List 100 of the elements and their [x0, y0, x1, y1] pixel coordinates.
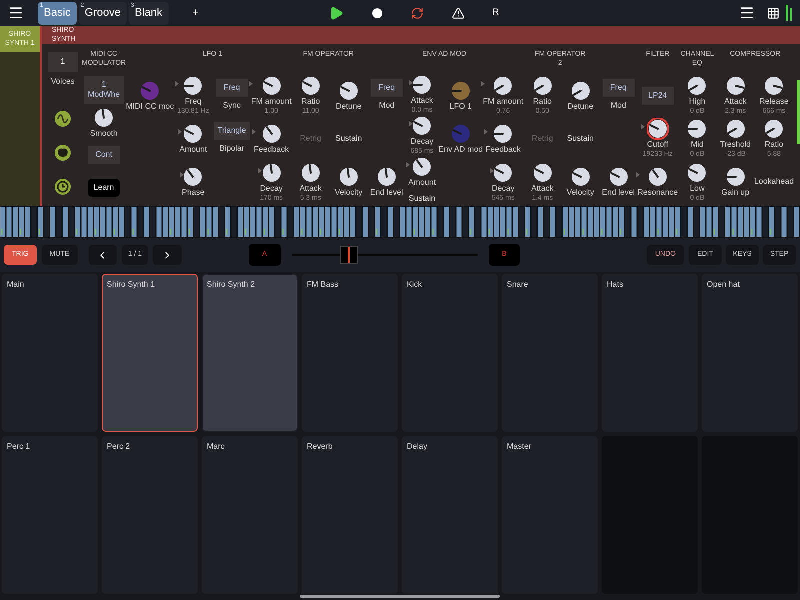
- knob[interactable]: [182, 166, 204, 188]
- mode-label: Sustain: [567, 132, 594, 145]
- knob[interactable]: [686, 118, 708, 140]
- record-mode-button[interactable]: R: [492, 6, 500, 20]
- mode-label: Lookahead: [754, 176, 794, 188]
- knob-label: Release: [760, 97, 789, 108]
- voices-field[interactable]: 1: [48, 52, 78, 72]
- knob-label: Low: [690, 184, 705, 194]
- track-pad[interactable]: Perc 2: [102, 436, 198, 594]
- knob-label: Decay: [260, 184, 283, 194]
- knob-label: Velocity: [566, 188, 594, 198]
- track-pad[interactable]: Snare: [502, 274, 598, 432]
- knob-label: End level: [602, 188, 636, 198]
- selector-button[interactable]: Cont: [88, 146, 120, 164]
- mode-label: Retrig: [300, 132, 322, 145]
- knob[interactable]: [724, 166, 747, 188]
- knob[interactable]: [260, 162, 283, 184]
- menu-icon[interactable]: [8, 5, 24, 21]
- knob[interactable]: [608, 166, 630, 188]
- knob-label: Attack: [531, 184, 554, 194]
- wave-icon[interactable]: [55, 111, 71, 127]
- knob[interactable]: [570, 166, 592, 188]
- knob-label: Feedback: [254, 144, 290, 155]
- mode-label: Retrig: [532, 132, 554, 145]
- knob[interactable]: [182, 122, 204, 145]
- track-pad[interactable]: Kick: [402, 274, 498, 432]
- knob[interactable]: [93, 106, 116, 129]
- knob[interactable]: [492, 162, 514, 184]
- knob[interactable]: [724, 75, 747, 98]
- knob-label: Smooth: [90, 128, 118, 139]
- knob-label: Detune: [336, 102, 362, 112]
- knob[interactable]: [646, 166, 669, 188]
- crossfader-thumb[interactable]: [340, 246, 358, 264]
- clock-icon[interactable]: [55, 179, 71, 195]
- selector-caption: Mod: [610, 100, 626, 112]
- grid-icon[interactable]: [767, 6, 780, 20]
- learn-button[interactable]: Learn: [88, 178, 120, 197]
- voices-label: Voices: [51, 76, 75, 88]
- knob-label: FM amount: [251, 97, 292, 108]
- loop-icon[interactable]: [410, 6, 424, 20]
- knob[interactable]: [300, 162, 322, 184]
- track-pad[interactable]: Hats: [602, 274, 698, 432]
- knob[interactable]: [724, 118, 747, 140]
- list-icon[interactable]: [739, 5, 755, 21]
- knob-label: Ratio: [301, 97, 320, 108]
- knob-label: Attack: [300, 184, 322, 194]
- track-pad[interactable]: FM Bass: [302, 274, 398, 432]
- track-pad[interactable]: Perc 1: [2, 436, 98, 594]
- knob[interactable]: [338, 80, 360, 102]
- knob[interactable]: [492, 75, 514, 98]
- mode-label: Sustain: [335, 132, 362, 145]
- selector-button[interactable]: Freq: [370, 79, 403, 98]
- knob[interactable]: [686, 162, 708, 184]
- mode-label: Sustain: [408, 194, 436, 204]
- knob-label: Detune: [568, 102, 594, 112]
- knob-label: Env AD mod: [438, 144, 484, 155]
- selector-button[interactable]: Freq: [602, 79, 635, 98]
- knob[interactable]: [260, 122, 283, 145]
- knob[interactable]: [338, 166, 360, 188]
- knob[interactable]: [532, 162, 554, 184]
- knob[interactable]: [532, 75, 554, 98]
- knob[interactable]: [411, 74, 434, 96]
- knob[interactable]: [411, 156, 434, 178]
- track-pad[interactable]: Reverb: [302, 436, 398, 594]
- knob[interactable]: [686, 75, 708, 98]
- knob-label: Decay: [492, 184, 515, 194]
- track-pad[interactable]: Open hat: [702, 274, 798, 432]
- add-tab-button[interactable]: +: [192, 4, 199, 22]
- knob[interactable]: [492, 122, 514, 145]
- track-pad[interactable]: Shiro Synth 1: [102, 274, 198, 432]
- knob[interactable]: [376, 166, 398, 188]
- track-pad[interactable]: Master: [502, 436, 598, 594]
- track-pad[interactable]: Delay: [402, 436, 498, 594]
- knob-label: End level: [370, 188, 404, 198]
- knob[interactable]: [260, 75, 283, 98]
- selector-button[interactable]: Triangle: [214, 122, 250, 140]
- knob[interactable]: [411, 115, 434, 137]
- selector-button[interactable]: 1 ModWhe: [84, 76, 124, 104]
- track-pad[interactable]: Main: [2, 274, 98, 432]
- knob[interactable]: [763, 118, 786, 140]
- selector-button[interactable]: Freq: [216, 79, 248, 98]
- selector-caption: Mod: [379, 100, 395, 112]
- knob[interactable]: [646, 118, 669, 140]
- knob-label: Freq: [185, 97, 202, 108]
- blob-icon[interactable]: [55, 145, 71, 161]
- knob[interactable]: [570, 80, 592, 102]
- knob-label: Treshold: [720, 140, 751, 150]
- record-icon[interactable]: [372, 8, 383, 18]
- track-pad[interactable]: Marc: [202, 436, 298, 594]
- knob-label: Amount: [408, 178, 436, 188]
- track-pad[interactable]: Shiro Synth 2: [202, 274, 298, 432]
- knob-label: Velocity: [335, 188, 363, 198]
- knob-label: Resonance: [638, 188, 678, 198]
- knob[interactable]: [763, 75, 786, 98]
- knob[interactable]: [300, 75, 322, 98]
- play-icon[interactable]: [328, 6, 344, 20]
- knob-label: LFO 1: [450, 102, 472, 112]
- output-meter: [797, 80, 800, 144]
- knob[interactable]: [182, 75, 204, 98]
- selector-button[interactable]: LP24: [642, 86, 674, 105]
